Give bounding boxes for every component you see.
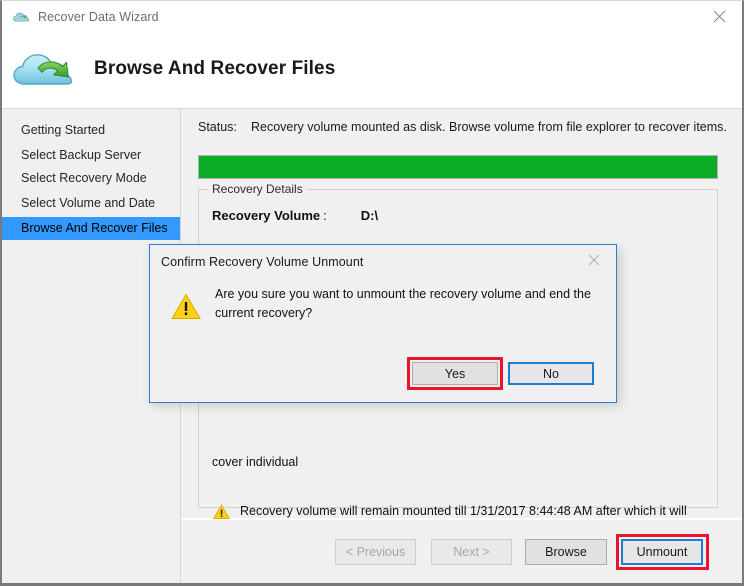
- recovery-volume-label: Recovery Volume: [212, 208, 321, 223]
- recovery-volume-colon: :: [323, 208, 327, 223]
- cloud-icon: [13, 10, 30, 24]
- dialog-title: Confirm Recovery Volume Unmount: [161, 255, 364, 269]
- recovery-details-title: Recovery Details: [208, 182, 307, 196]
- dialog-close-button[interactable]: [572, 245, 616, 275]
- dialog-button-row: Yes No: [150, 353, 616, 393]
- dialog-yes-button[interactable]: Yes: [412, 362, 498, 385]
- occluded-recover-text: cover individual: [212, 455, 299, 469]
- wizard-footer: < Previous Next > Browse Unmount: [181, 522, 742, 583]
- sidebar-item-browse-and-recover-files[interactable]: Browse And Recover Files: [2, 217, 180, 240]
- status-value: Recovery volume mounted as disk. Browse …: [251, 120, 727, 134]
- status-label: Status:: [198, 120, 237, 134]
- window-title: Recover Data Wizard: [38, 9, 159, 24]
- dialog-message: Are you sure you want to unmount the rec…: [215, 287, 591, 320]
- confirm-unmount-dialog: Confirm Recovery Volume Unmount Are you …: [149, 244, 617, 403]
- sidebar-item-label: Select Backup Server: [21, 148, 142, 162]
- dialog-body: Are you sure you want to unmount the rec…: [150, 285, 616, 323]
- dialog-titlebar: Confirm Recovery Volume Unmount: [150, 245, 616, 279]
- next-button[interactable]: Next >: [431, 539, 512, 565]
- status-row: Status: Recovery volume mounted as disk.…: [198, 120, 727, 134]
- warning-triangle-icon: [213, 504, 230, 520]
- window-titlebar: Recover Data Wizard: [2, 1, 742, 32]
- page-title: Browse And Recover Files: [94, 58, 336, 79]
- sidebar-item-getting-started[interactable]: Getting Started: [2, 119, 180, 142]
- sidebar-item-select-volume-and-date[interactable]: Select Volume and Date: [2, 192, 180, 215]
- close-icon: [713, 10, 725, 22]
- browse-button[interactable]: Browse: [525, 539, 607, 565]
- cloud-recover-logo: [10, 40, 82, 94]
- sidebar-item-select-backup-server[interactable]: Select Backup Server: [2, 144, 180, 167]
- dialog-no-button[interactable]: No: [508, 362, 594, 385]
- sidebar-item-label: Select Recovery Mode: [21, 171, 147, 185]
- sidebar-item-select-recovery-mode[interactable]: Select Recovery Mode: [2, 167, 180, 190]
- wizard-steps-list: Getting Started Select Backup Server Sel…: [2, 119, 180, 240]
- recovery-progress-bar: [198, 155, 718, 179]
- previous-button[interactable]: < Previous: [335, 539, 416, 565]
- recover-data-wizard-window: Recover Data Wizard Browse And Recover F…: [0, 0, 744, 586]
- header-banner: Browse And Recover Files: [2, 32, 742, 109]
- window-close-button[interactable]: [696, 1, 742, 31]
- sidebar-item-label: Browse And Recover Files: [21, 221, 168, 235]
- sidebar-item-label: Select Volume and Date: [21, 196, 156, 210]
- warning-triangle-icon: [171, 293, 201, 320]
- close-icon: [588, 254, 600, 266]
- recovery-volume-row: Recovery Volume : D:\: [212, 208, 378, 223]
- sidebar-item-label: Getting Started: [21, 123, 106, 137]
- recovery-volume-value: D:\: [360, 208, 379, 223]
- unmount-button[interactable]: Unmount: [621, 539, 703, 565]
